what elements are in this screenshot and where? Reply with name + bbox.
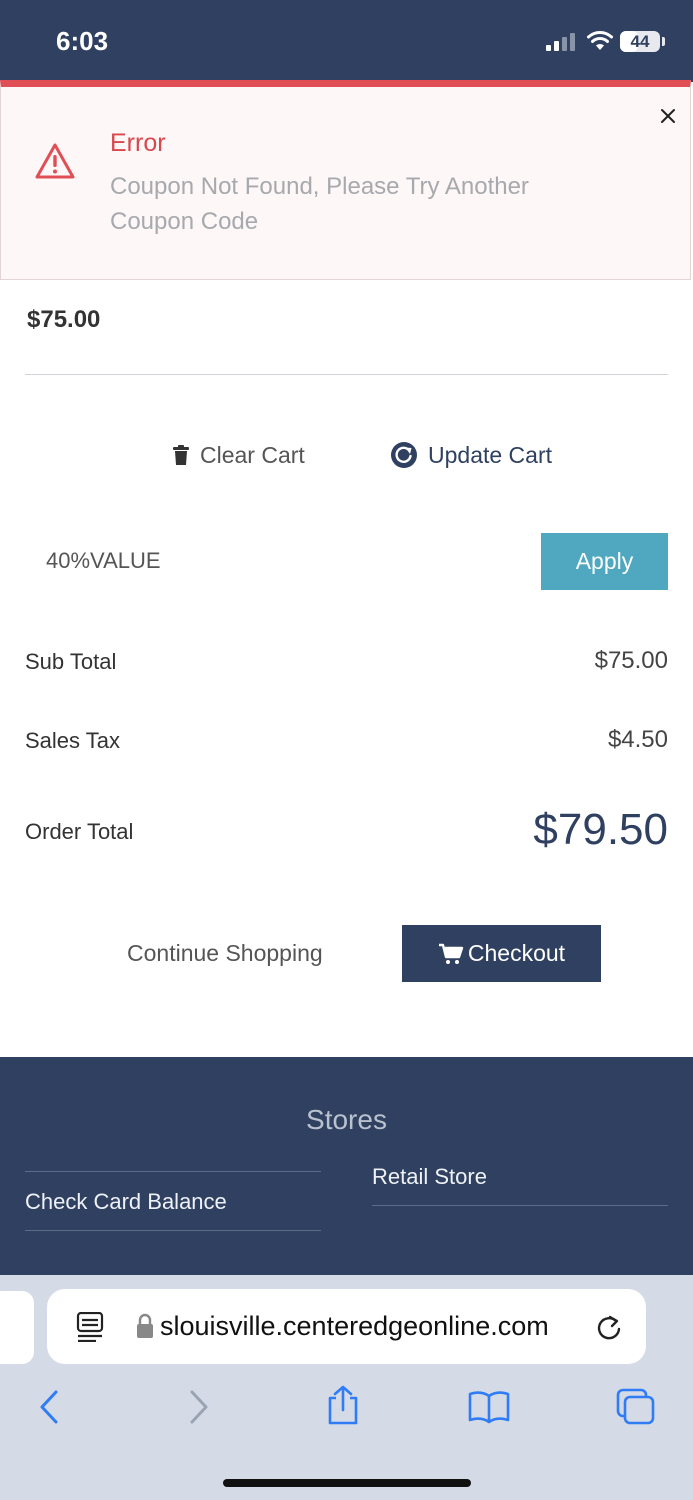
home-indicator (223, 1479, 471, 1487)
divider (25, 374, 668, 375)
update-cart-label: Update Cart (428, 441, 553, 468)
warning-triangle-icon (35, 143, 75, 179)
apply-coupon-button[interactable]: Apply (541, 533, 668, 590)
battery-percent: 44 (630, 32, 650, 51)
sales-tax-label: Sales Tax (25, 728, 120, 753)
footer-divider (25, 1171, 321, 1172)
footer-link-check-card-balance[interactable]: Check Card Balance (25, 1189, 227, 1215)
battery-icon: 44 (620, 31, 660, 52)
forward-icon[interactable] (186, 1389, 212, 1425)
continue-shopping-link[interactable]: Continue Shopping (127, 940, 323, 967)
cart-icon (438, 943, 464, 964)
url-text[interactable]: slouisville.centeredgeonline.com (160, 1311, 549, 1342)
subtotal-value: $75.00 (594, 647, 668, 674)
status-time: 6:03 (56, 26, 109, 56)
back-icon[interactable] (36, 1389, 62, 1425)
wifi-icon (587, 31, 613, 50)
clear-cart-button[interactable]: Clear Cart (172, 439, 305, 471)
reader-mode-icon[interactable] (76, 1312, 104, 1342)
bookmarks-icon[interactable] (467, 1388, 511, 1424)
item-price: $75.00 (27, 306, 101, 333)
share-icon[interactable] (325, 1384, 361, 1426)
previous-tab-preview[interactable] (0, 1291, 34, 1364)
toast-message: Coupon Not Found, Please Try Another Cou… (110, 173, 529, 235)
footer-divider (372, 1205, 668, 1206)
clear-cart-label: Clear Cart (200, 441, 305, 468)
update-cart-button[interactable]: Update Cart (390, 437, 552, 473)
toast-title: Error (110, 129, 166, 157)
footer (0, 1057, 693, 1280)
trash-icon (173, 445, 189, 465)
lock-icon (137, 1313, 153, 1338)
cellular-signal-icon (546, 33, 575, 51)
checkout-label: Checkout (467, 940, 566, 966)
footer-title: Stores (306, 1104, 387, 1135)
close-icon[interactable] (656, 104, 680, 128)
battery-nub (662, 37, 665, 46)
sales-tax-value: $4.50 (607, 726, 668, 753)
order-total-label: Order Total (25, 819, 134, 844)
footer-divider (25, 1230, 321, 1231)
subtotal-label: Sub Total (25, 649, 117, 674)
refresh-icon (391, 442, 417, 468)
reload-icon[interactable] (595, 1313, 623, 1343)
checkout-button[interactable]: Checkout (402, 925, 601, 982)
tabs-icon[interactable] (615, 1387, 657, 1427)
footer-link-retail-store[interactable]: Retail Store (372, 1164, 487, 1190)
coupon-code-input[interactable] (26, 536, 426, 586)
order-total-value: $79.50 (533, 805, 668, 854)
